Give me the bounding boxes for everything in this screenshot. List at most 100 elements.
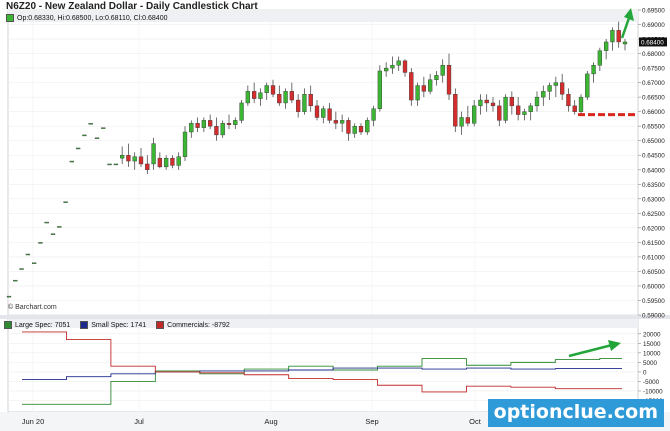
candle-body xyxy=(31,262,37,264)
candle-body xyxy=(383,67,389,72)
candle-body xyxy=(622,41,628,45)
ohlc-legend: Op:0.68330, Hi:0.68500, Lo:0.68110, Cl:0… xyxy=(6,14,168,22)
candle-body xyxy=(182,131,188,157)
price-tick-label: 0.64500 xyxy=(642,153,665,160)
price-tick-label: 0.64000 xyxy=(642,167,665,174)
candle-body xyxy=(610,30,615,43)
candle-body xyxy=(151,143,156,165)
price-tick-label: 0.65500 xyxy=(642,124,665,131)
candle-body xyxy=(603,41,609,51)
candle-body xyxy=(207,120,213,127)
price-tick-label: 0.65000 xyxy=(642,138,665,145)
last-price-label: 0.68400 xyxy=(641,39,664,46)
legend-commercials: Commercials: -8792 xyxy=(156,321,230,329)
candle-body xyxy=(503,96,508,121)
candle-body xyxy=(421,85,427,92)
price-cot-chart: 0.695000.690000.685000.680000.675000.670… xyxy=(0,0,670,431)
candle-body xyxy=(289,91,295,101)
candle-body xyxy=(107,163,112,166)
candle-body xyxy=(44,221,49,224)
candle-body xyxy=(138,156,144,165)
candle-body xyxy=(559,82,565,95)
candle-body xyxy=(453,94,458,127)
candle-body xyxy=(585,73,590,98)
candle-body xyxy=(409,72,414,101)
cot-tick-label: 5000 xyxy=(643,360,658,367)
candle-body xyxy=(497,105,502,121)
price-tick-label: 0.63500 xyxy=(642,182,665,189)
candle-body xyxy=(358,125,364,133)
cot-tick-label: 0 xyxy=(643,369,647,376)
candle-body xyxy=(283,91,288,104)
candle-body xyxy=(126,155,131,162)
candle-body xyxy=(427,79,433,92)
candle-body xyxy=(220,123,225,136)
candle-body xyxy=(233,120,238,125)
candle-body xyxy=(113,163,119,166)
candle-body xyxy=(522,111,527,115)
price-tick-label: 0.60000 xyxy=(642,283,665,290)
price-tick-label: 0.68000 xyxy=(642,51,665,58)
candle-body xyxy=(314,105,320,118)
source-name: Barchart.com xyxy=(15,304,57,311)
candle-body xyxy=(578,96,584,112)
candle-body xyxy=(251,91,257,99)
legend-commercials-label: Commercials: -8792 xyxy=(167,321,230,329)
price-tick-label: 0.62500 xyxy=(642,211,665,218)
chart-title: N6Z20 - New Zealand Dollar - Daily Candl… xyxy=(6,1,258,12)
x-tick-label: Jul xyxy=(134,417,144,426)
candle-body xyxy=(572,105,577,112)
candle-body xyxy=(446,64,452,95)
candle-body xyxy=(396,60,401,66)
candle-body xyxy=(352,125,357,134)
candle-body xyxy=(490,102,496,107)
candle-body xyxy=(440,64,445,76)
cot-tick-label: 15000 xyxy=(643,341,661,348)
candle-body xyxy=(616,30,621,43)
candle-body xyxy=(88,123,93,125)
candle-body xyxy=(339,120,345,124)
candle-body xyxy=(13,279,18,282)
candle-body xyxy=(101,127,106,129)
candle-body xyxy=(295,99,301,112)
candle-body xyxy=(119,155,125,159)
price-tick-label: 0.69000 xyxy=(642,22,665,29)
candle-body xyxy=(478,99,483,107)
cot-tick-label: 10000 xyxy=(643,350,661,357)
candle-body xyxy=(195,123,200,128)
candle-body xyxy=(163,157,169,168)
candle-body xyxy=(308,94,313,107)
candle-body xyxy=(239,102,244,121)
price-tick-label: 0.59500 xyxy=(642,298,665,305)
ohlc-values: Op:0.68330, Hi:0.68500, Lo:0.68110, Cl:0… xyxy=(17,14,168,22)
candle-body xyxy=(346,120,351,134)
price-tick-label: 0.59000 xyxy=(642,313,665,320)
candle-body xyxy=(170,157,175,166)
x-tick-label: Sep xyxy=(365,417,378,426)
candle-body xyxy=(597,50,603,66)
candle-body xyxy=(57,226,62,228)
candle-body xyxy=(69,160,75,163)
candle-body xyxy=(214,125,219,136)
candle-body xyxy=(321,108,326,118)
candle-body xyxy=(6,295,12,298)
price-plot-area xyxy=(7,9,639,316)
cot-tick-label: 20000 xyxy=(643,331,661,338)
candle-body xyxy=(402,60,408,73)
candle-body xyxy=(94,137,100,140)
candle-body xyxy=(415,85,420,101)
candle-body xyxy=(547,85,552,92)
candle-body xyxy=(465,117,471,124)
candle-body xyxy=(509,96,515,107)
candle-body xyxy=(471,105,477,124)
price-tick-label: 0.61000 xyxy=(642,254,665,261)
price-tick-label: 0.62000 xyxy=(642,225,665,232)
legend-large-spec-label: Large Spec: 7051 xyxy=(15,321,71,329)
price-tick-label: 0.63000 xyxy=(642,196,665,203)
price-tick-label: 0.60500 xyxy=(642,269,665,276)
candle-body xyxy=(258,92,263,99)
candle-body xyxy=(82,134,87,137)
candle-body xyxy=(38,242,43,244)
x-tick-label: Jun 20 xyxy=(22,417,45,426)
candle-body xyxy=(50,233,56,235)
